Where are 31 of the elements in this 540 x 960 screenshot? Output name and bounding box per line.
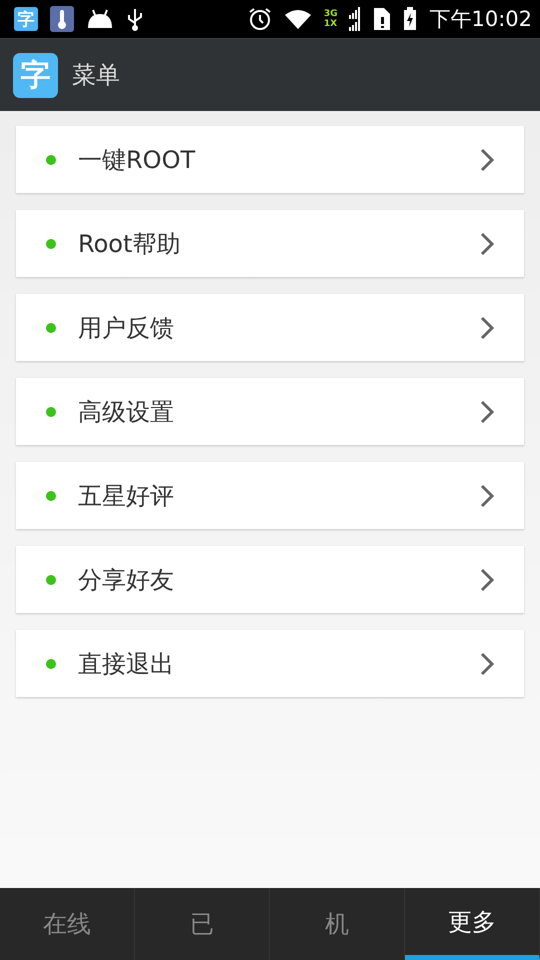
- menu-item[interactable]: 直接退出: [16, 630, 524, 697]
- menu-item[interactable]: 分享好友: [16, 546, 524, 613]
- menu-item[interactable]: 用户反馈: [16, 294, 524, 361]
- signal-icon: [349, 7, 362, 31]
- wifi-icon: [284, 8, 312, 30]
- chevron-right-icon: [480, 232, 494, 256]
- menu-item[interactable]: 五星好评: [16, 462, 524, 529]
- usb-icon: [126, 7, 144, 31]
- bottom-tab[interactable]: 更多: [405, 888, 540, 960]
- chevron-right-icon: [480, 652, 494, 676]
- bottom-tab[interactable]: 机: [270, 888, 405, 960]
- android-icon: [86, 8, 114, 30]
- menu-item[interactable]: Root帮助: [16, 210, 524, 277]
- menu-item[interactable]: 高级设置: [16, 378, 524, 445]
- chevron-right-icon: [480, 568, 494, 592]
- menu-item[interactable]: 一键ROOT: [16, 126, 524, 193]
- alarm-clock-icon: [248, 7, 272, 31]
- chevron-right-icon: [480, 316, 494, 340]
- network-label: 1X: [324, 19, 338, 29]
- chevron-right-icon: [480, 484, 494, 508]
- app-notification-icon: 字: [14, 7, 38, 31]
- chevron-right-icon: [480, 148, 494, 172]
- network-label: 3G: [324, 9, 338, 19]
- bottom-tab[interactable]: 在线: [0, 888, 135, 960]
- sim-card-icon: [373, 7, 392, 31]
- screen-title: 菜单: [72, 60, 120, 91]
- clock-time: 下午10:02: [429, 6, 532, 33]
- bottom-tab[interactable]: 已: [135, 888, 270, 960]
- thermometer-icon: [50, 6, 74, 32]
- chevron-right-icon: [480, 400, 494, 424]
- battery-charging-icon: [403, 7, 418, 31]
